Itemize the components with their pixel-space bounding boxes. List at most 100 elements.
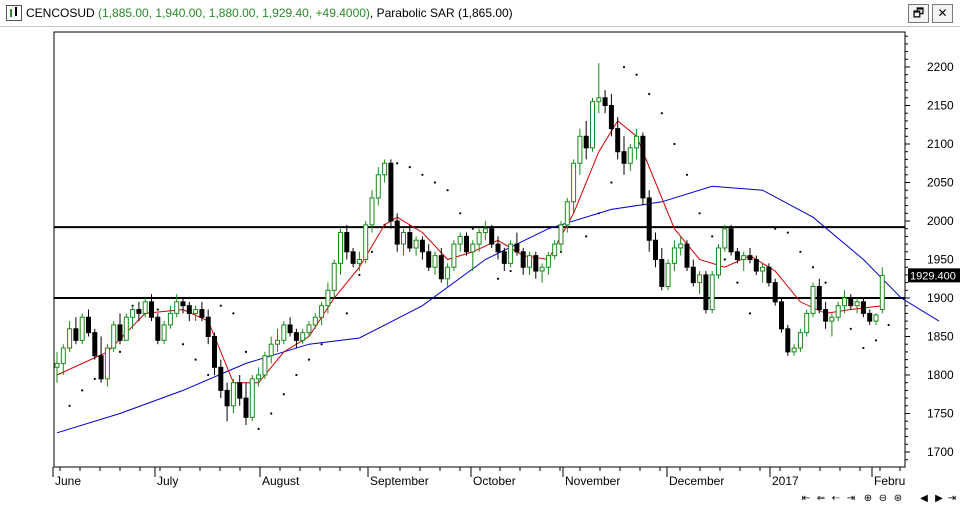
sar-dot xyxy=(421,173,424,176)
candle-body xyxy=(464,235,469,253)
sar-dot xyxy=(635,73,638,76)
candle-body xyxy=(130,309,136,318)
candle-body xyxy=(98,355,104,380)
zoom-out-icon[interactable]: ⊖ xyxy=(877,492,889,506)
y-tick-label: 1800 xyxy=(927,368,954,382)
zoom-in-icon[interactable]: ⊕ xyxy=(862,492,874,506)
candle-body xyxy=(678,243,684,249)
candle-body xyxy=(779,301,784,330)
candle-body xyxy=(54,362,60,368)
sar-dot xyxy=(887,323,890,327)
candle-body xyxy=(716,247,721,276)
scroll-reset-icon[interactable]: ⇥ xyxy=(845,492,857,506)
candle-body xyxy=(331,262,337,291)
candle-body xyxy=(432,255,438,268)
scroll-right-icon[interactable]: ▶ xyxy=(933,492,945,506)
candle-body xyxy=(161,324,167,341)
scroll-left-icon[interactable]: ◀ xyxy=(918,492,930,506)
sar-dot xyxy=(270,412,273,415)
sar-dot xyxy=(459,212,462,215)
candle-body xyxy=(842,297,847,307)
candle-body xyxy=(319,305,325,318)
sar-dot xyxy=(358,273,361,276)
sar-dot xyxy=(761,296,764,300)
x-tick-label: August xyxy=(262,474,300,488)
candle-body xyxy=(703,274,709,311)
sar-dot xyxy=(207,373,210,377)
candle-body xyxy=(155,316,161,341)
candle-body xyxy=(539,266,545,272)
sar-dot xyxy=(181,343,185,346)
candle-body xyxy=(671,247,677,264)
sar-dot xyxy=(748,312,752,315)
candle-body xyxy=(734,251,740,261)
scroll-prev-icon[interactable]: ⇠ xyxy=(830,492,842,506)
sar-dot xyxy=(509,269,512,273)
sar-dot xyxy=(295,373,298,377)
candle-body xyxy=(281,324,287,341)
chart-window-icon xyxy=(6,5,22,21)
candle-body xyxy=(545,255,551,268)
candle-body xyxy=(753,259,759,272)
x-tick-label: November xyxy=(565,474,620,488)
candle-body xyxy=(747,255,753,260)
zoom-fit-icon[interactable]: ⊛ xyxy=(892,492,904,506)
candle-body xyxy=(476,232,482,245)
x-tick-label: July xyxy=(157,474,178,488)
candle-body xyxy=(249,378,255,418)
y-tick-label: 1900 xyxy=(927,291,954,305)
sar-dot xyxy=(660,112,663,115)
candle-body xyxy=(356,259,362,264)
price-chart[interactable]: 1700 1750 1800 1850 1900 1950 2000 2050 2100 2150… xyxy=(0,27,960,510)
candle-body xyxy=(514,243,520,253)
candle-body xyxy=(142,301,148,314)
candle-body xyxy=(92,332,98,357)
candle-body xyxy=(79,316,85,341)
x-tick-label: Febru xyxy=(874,474,905,488)
sar-dot xyxy=(219,304,222,307)
candle-body xyxy=(722,228,728,249)
candle-body xyxy=(186,305,192,314)
scroll-end-icon[interactable]: ⇥ xyxy=(946,492,958,506)
candle-body xyxy=(508,243,514,264)
candle-body xyxy=(684,243,690,268)
candle-body xyxy=(772,282,778,303)
sar-dot xyxy=(307,358,311,361)
sar-dot xyxy=(585,235,588,238)
candle-body xyxy=(199,309,205,318)
candle-body xyxy=(615,128,621,153)
sar-dot xyxy=(711,235,714,238)
candle-body xyxy=(501,251,507,264)
y-tick-label: 1750 xyxy=(927,407,954,421)
close-icon: ✕ xyxy=(937,6,948,20)
sar-dot xyxy=(862,346,865,350)
candle-body xyxy=(350,251,356,264)
candle-body xyxy=(312,316,318,326)
restore-icon: 🗗 xyxy=(912,6,925,20)
sar-dot xyxy=(408,166,411,169)
candle-body xyxy=(237,382,243,399)
candle-body xyxy=(552,243,558,257)
scroll-first-icon[interactable]: ⇤ xyxy=(800,492,812,506)
close-window-button[interactable]: ✕ xyxy=(932,4,953,23)
candle-body xyxy=(797,332,803,349)
candle-body xyxy=(602,97,608,107)
candle-body xyxy=(564,201,570,226)
candle-body xyxy=(180,301,186,307)
candle-body xyxy=(829,316,835,322)
sar-dot xyxy=(471,227,474,230)
scroll-back-icon[interactable]: ⇐ xyxy=(815,492,827,506)
candle-body xyxy=(709,274,715,311)
restore-window-button[interactable]: 🗗 xyxy=(908,4,929,23)
candle-body xyxy=(193,309,199,314)
candle-body xyxy=(596,97,602,103)
sar-dot xyxy=(774,227,777,230)
sar-dot xyxy=(723,258,726,261)
candle-body xyxy=(230,382,236,407)
candle-body xyxy=(608,105,614,130)
candle-body xyxy=(117,324,123,341)
candle-body xyxy=(111,324,117,349)
candle-body xyxy=(627,147,633,164)
x-tick-label: June xyxy=(55,474,81,488)
candle-body xyxy=(426,251,432,268)
